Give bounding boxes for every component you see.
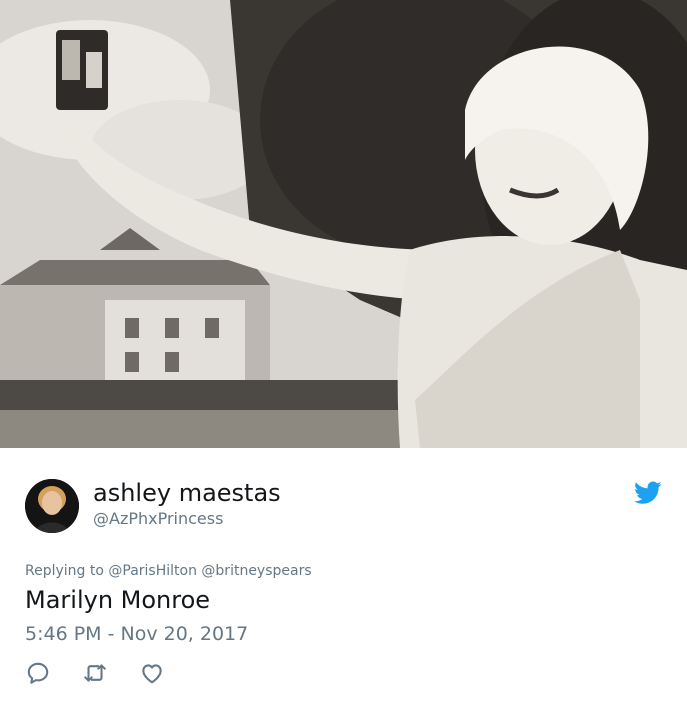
replying-to-line: Replying to @ParisHilton @britneyspears — [25, 562, 312, 580]
replying-prefix: Replying to — [25, 563, 104, 579]
tweet-timestamp[interactable]: 5:46 PM - Nov 20, 2017 — [25, 622, 248, 646]
reply-mention-link[interactable]: @ParisHilton — [108, 563, 197, 579]
author-handle[interactable]: @AzPhxPrincess — [93, 509, 223, 529]
tweet-photo[interactable] — [0, 0, 687, 448]
reply-mention-link[interactable]: @britneyspears — [201, 563, 311, 579]
twitter-bird-icon[interactable] — [634, 481, 662, 505]
tweet-actions — [25, 660, 225, 688]
avatar-image — [25, 479, 79, 533]
heart-icon[interactable] — [139, 660, 165, 686]
reply-icon[interactable] — [25, 660, 51, 686]
photo-illustration — [0, 0, 687, 448]
author-name[interactable]: ashley maestas — [93, 478, 281, 508]
tweet-card: ashley maestas @AzPhxPrincess Replying t… — [0, 0, 687, 712]
avatar[interactable] — [25, 479, 79, 533]
tweet-text: Marilyn Monroe — [25, 586, 211, 614]
retweet-icon[interactable] — [82, 660, 108, 686]
